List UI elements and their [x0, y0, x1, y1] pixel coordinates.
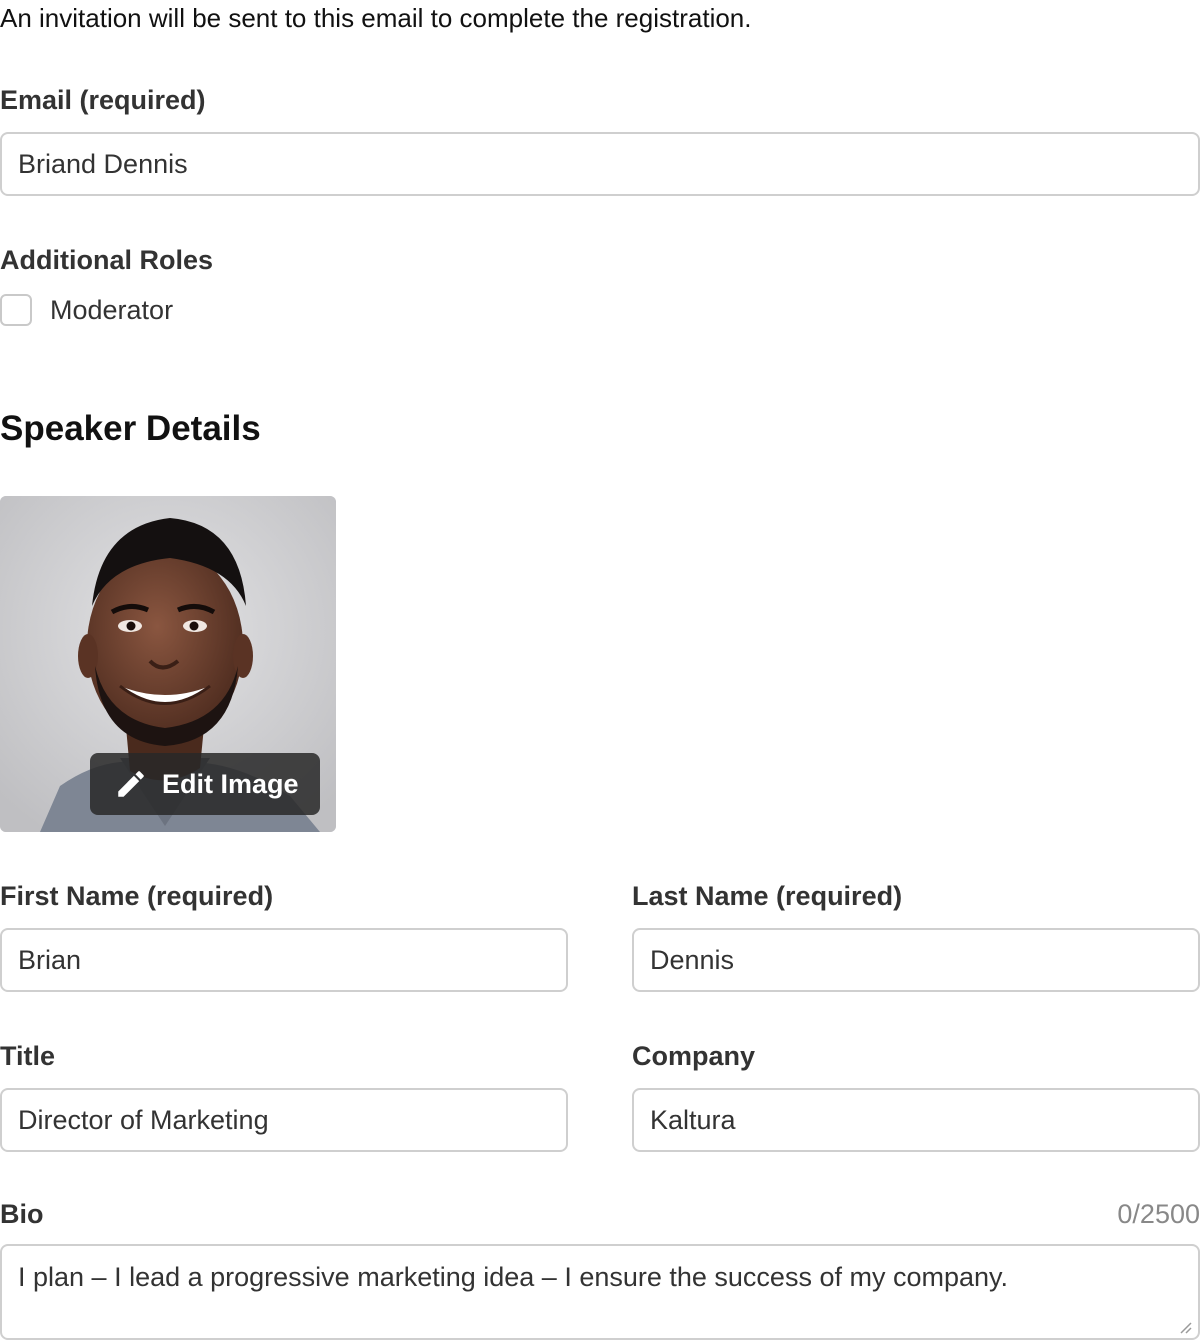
first-name-label: First Name (required) [0, 881, 274, 911]
resize-handle-icon[interactable] [1178, 1320, 1192, 1334]
bio-label: Bio [0, 1199, 44, 1229]
bio-character-counter: 0/2500 [1117, 1199, 1200, 1229]
email-label: Email (required) [0, 85, 206, 115]
moderator-label: Moderator [50, 294, 174, 325]
email-field[interactable] [0, 132, 1200, 196]
speaker-form: An invitation will be sent to this email… [0, 0, 1200, 1341]
additional-roles-label: Additional Roles [0, 245, 214, 275]
company-field[interactable] [632, 1088, 1200, 1152]
title-label: Title [0, 1041, 56, 1071]
edit-image-button[interactable]: Edit Image [90, 753, 320, 815]
speaker-details-heading: Speaker Details [0, 409, 261, 448]
moderator-option[interactable]: Moderator [0, 292, 173, 328]
last-name-label: Last Name (required) [632, 881, 903, 911]
pencil-icon [114, 767, 148, 801]
company-label: Company [632, 1041, 756, 1071]
last-name-field[interactable] [632, 928, 1200, 992]
moderator-checkbox[interactable] [0, 294, 32, 326]
bio-textarea[interactable] [0, 1244, 1200, 1340]
first-name-field[interactable] [0, 928, 568, 992]
edit-image-label: Edit Image [162, 768, 299, 799]
invitation-note: An invitation will be sent to this email… [0, 3, 752, 33]
title-field[interactable] [0, 1088, 568, 1152]
